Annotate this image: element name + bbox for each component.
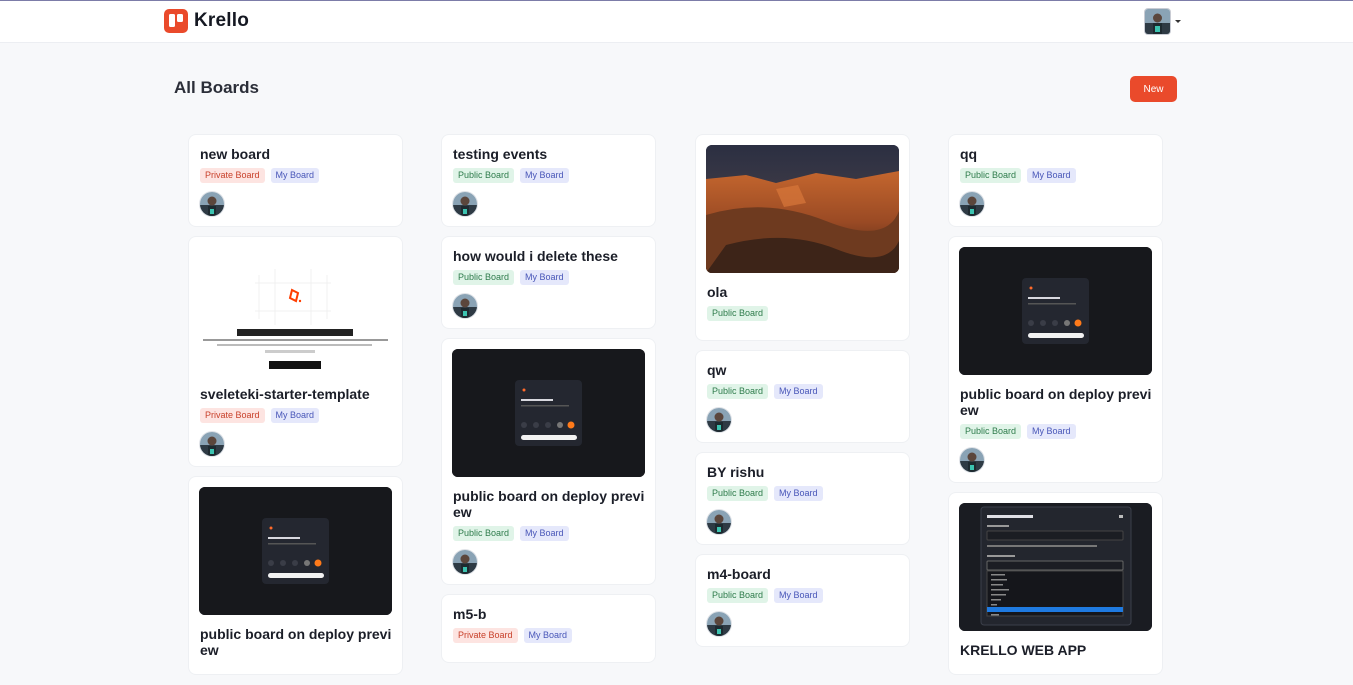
board-card[interactable]: new board Private Board My Board [189, 135, 402, 226]
user-avatar-icon [1144, 8, 1171, 35]
member-avatar [200, 192, 224, 216]
board-tags: Public Board My Board [453, 526, 645, 541]
visibility-tag: Public Board [453, 270, 515, 285]
owner-tag: My Board [520, 526, 569, 541]
visibility-tag: Public Board [960, 424, 1022, 439]
visibility-tag: Public Board [707, 384, 769, 399]
board-title: public board on deploy previ ew [960, 386, 1152, 418]
visibility-tag: Private Board [200, 408, 265, 423]
board-column-4: qq Public Board My Board public board on… [949, 135, 1162, 685]
board-tags: Public Board My Board [707, 588, 899, 603]
owner-tag: My Board [774, 384, 823, 399]
board-thumbnail [199, 247, 392, 375]
board-tags: Public Board My Board [453, 168, 645, 183]
board-title: how would i delete these [453, 248, 618, 264]
member-avatar [453, 192, 477, 216]
board-tags: Private Board My Board [200, 408, 392, 423]
app-name: Krello [194, 10, 250, 31]
board-tags: Public Board My Board [960, 168, 1152, 183]
board-card[interactable]: how would i delete these Public Board My… [442, 237, 655, 328]
board-card[interactable]: KRELLO WEB APP [949, 493, 1162, 674]
owner-tag: My Board [774, 486, 823, 501]
board-thumbnail [959, 247, 1152, 375]
page-title: All Boards [174, 78, 260, 97]
board-title: qw [707, 362, 727, 378]
board-card[interactable]: testing events Public Board My Board [442, 135, 655, 226]
board-title: new board [200, 146, 271, 162]
board-title: testing events [453, 146, 548, 162]
board-title: m5-b [453, 606, 487, 622]
board-tags: Private Board My Board [200, 168, 392, 183]
member-avatar [453, 294, 477, 318]
board-card[interactable]: ola Public Board [696, 135, 909, 340]
board-card[interactable]: qw Public Board My Board [696, 351, 909, 442]
user-menu[interactable] [1144, 8, 1181, 35]
visibility-tag: Public Board [453, 526, 515, 541]
visibility-tag: Public Board [453, 168, 515, 183]
owner-tag: My Board [520, 168, 569, 183]
member-avatar [453, 550, 477, 574]
member-avatar [707, 612, 731, 636]
board-column-1: new board Private Board My Board svelete… [189, 135, 402, 685]
owner-tag: My Board [523, 628, 573, 643]
owner-tag: My Board [270, 408, 320, 423]
board-thumbnail [199, 487, 392, 615]
member-avatar [707, 510, 731, 534]
visibility-tag: Private Board [200, 168, 265, 183]
visibility-tag: Public Board [707, 486, 769, 501]
board-card[interactable]: public board on deploy previ ew Public B… [949, 237, 1162, 482]
board-card[interactable]: m4-board Public Board My Board [696, 555, 909, 646]
board-title: sveleteki-starter-template [200, 386, 370, 402]
board-card[interactable]: public board on deploy previ ew [189, 477, 402, 674]
owner-tag: My Board [1027, 168, 1076, 183]
member-avatar [960, 448, 984, 472]
board-title: m4-board [707, 566, 771, 582]
board-title: public board on deploy previ ew [200, 626, 392, 658]
board-column-3: ola Public Board qw Public Board My Boar… [696, 135, 909, 657]
visibility-tag: Public Board [707, 588, 769, 603]
owner-tag: My Board [774, 588, 823, 603]
board-tags: Public Board My Board [707, 486, 899, 501]
visibility-tag: Public Board [960, 168, 1022, 183]
board-card[interactable]: BY rishu Public Board My Board [696, 453, 909, 544]
member-avatar [200, 432, 224, 456]
visibility-tag: Private Board [453, 628, 518, 643]
board-title: BY rishu [707, 464, 765, 480]
owner-tag: My Board [520, 270, 569, 285]
board-thumbnail [706, 145, 899, 273]
member-avatar [960, 192, 984, 216]
board-tags: Public Board My Board [707, 384, 899, 399]
board-title: ola [707, 284, 728, 300]
chevron-down-icon [1175, 20, 1181, 23]
board-thumbnail [452, 349, 645, 477]
board-column-2: testing events Public Board My Board how… [442, 135, 655, 673]
krello-logo-icon [164, 9, 188, 33]
visibility-tag: Public Board [707, 306, 769, 321]
board-thumbnail [959, 503, 1152, 631]
board-card[interactable]: qq Public Board My Board [949, 135, 1162, 226]
top-bar: Krello [0, 0, 1353, 43]
board-tags: Public Board My Board [960, 424, 1152, 439]
board-tags: Public Board [707, 306, 899, 321]
owner-tag: My Board [270, 168, 320, 183]
board-card[interactable]: sveleteki-starter-template Private Board… [189, 237, 402, 466]
board-tags: Private Board My Board [453, 628, 645, 643]
board-card[interactable]: public board on deploy previ ew Public B… [442, 339, 655, 584]
board-card[interactable]: m5-b Private Board My Board [442, 595, 655, 662]
board-title: public board on deploy previ ew [453, 488, 645, 520]
owner-tag: My Board [1027, 424, 1076, 439]
app-logo[interactable]: Krello [164, 9, 249, 33]
new-board-button[interactable]: New [1130, 76, 1177, 102]
board-title: KRELLO WEB APP [960, 642, 1087, 658]
board-title: qq [960, 146, 978, 162]
member-avatar [707, 408, 731, 432]
board-tags: Public Board My Board [453, 270, 645, 285]
